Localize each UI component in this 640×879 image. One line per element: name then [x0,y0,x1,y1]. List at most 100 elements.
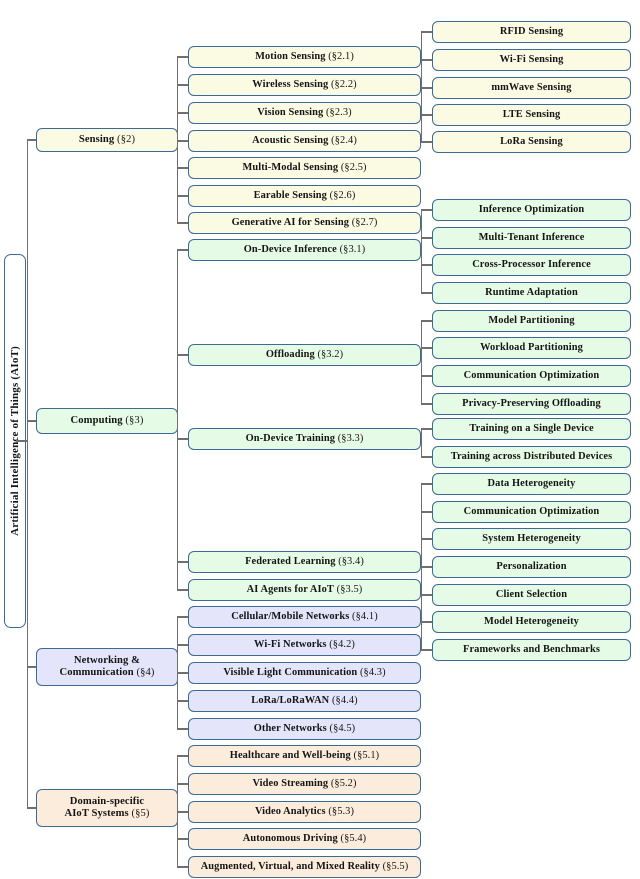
child-node-sensing-2[interactable]: Vision Sensing (§2.3) [188,102,421,124]
child-node-domain-3[interactable]: Autonomous Driving (§5.4) [188,828,421,850]
grandchild-node-1-1-0[interactable]: Model Partitioning [432,310,631,332]
child-domain-1-row: Video Streaming (§5.2) [252,778,356,790]
grandchild-connector-0-1-4 [421,141,432,143]
grandchild-connector-1-3-3 [421,566,432,568]
child-networking-1-row: Wi-Fi Networks (§4.2) [254,639,355,651]
child-sensing-6-row: Generative AI for Sensing (§2.7) [232,217,378,229]
child-node-networking-4[interactable]: Other Networks (§4.5) [188,718,421,740]
child-node-domain-0[interactable]: Healthcare and Well-being (§5.1) [188,745,421,767]
child-networking-4-title: Other Networks [253,722,327,734]
grandchild-1-3-1-title: Communication Optimization [463,505,600,517]
child-connector-sensing-1 [177,84,188,86]
grandchild-node-1-3-6[interactable]: Frameworks and Benchmarks [432,639,631,661]
child-node-sensing-3[interactable]: Acoustic Sensing (§2.4) [188,130,421,152]
grandchild-connector-0-1-3 [421,114,432,116]
child-computing-4-section: (§3.5) [333,583,363,595]
child-sensing-6-section: (§2.7) [349,216,378,228]
grandchild-node-1-0-3[interactable]: Runtime Adaptation [432,282,631,304]
child-domain-4-row: Augmented, Virtual, and Mixed Reality (§… [201,861,409,873]
child-node-domain-2[interactable]: Video Analytics (§5.3) [188,801,421,823]
grandchild-node-0-1-1[interactable]: Wi-Fi Sensing [432,49,631,71]
child-node-computing-4[interactable]: AI Agents for AIoT (§3.5) [188,579,421,601]
child-node-sensing-5[interactable]: Earable Sensing (§2.6) [188,185,421,207]
grandchild-connector-1-1-2 [421,375,432,377]
child-sensing-3-row: Acoustic Sensing (§2.4) [252,135,357,147]
grandchild-connector-1-3-4 [421,594,432,596]
branch-node-sensing[interactable]: Sensing (§2) [36,128,178,152]
branch-networking-row: Communication (§4) [59,667,154,680]
branch-domain-title: Domain-specific [69,795,145,807]
grandchild-node-0-1-3[interactable]: LTE Sensing [432,104,631,126]
grandchild-node-0-1-2[interactable]: mmWave Sensing [432,77,631,99]
child-domain-0-row: Healthcare and Well-being (§5.1) [230,750,379,762]
grandchild-0-1-1-title: Wi-Fi Sensing [499,53,564,65]
grandchild-node-1-0-2[interactable]: Cross-Processor Inference [432,254,631,276]
child-node-domain-1[interactable]: Video Streaming (§5.2) [188,773,421,795]
grandchild-1-3-4-row: Client Selection [496,589,567,601]
grandchild-node-1-0-0[interactable]: Inference Optimization [432,199,631,221]
child-domain-3-title: Autonomous Driving [242,832,338,844]
child-node-computing-2[interactable]: On-Device Training (§3.3) [188,428,421,450]
grandchild-node-1-3-1[interactable]: Communication Optimization [432,501,631,523]
child-computing-3-section: (§3.4) [335,555,364,567]
child-computing-2-section: (§3.3) [335,432,364,444]
child-node-networking-2[interactable]: Visible Light Communication (§4.3) [188,662,421,684]
child-connector-domain-0 [177,755,188,757]
child-node-computing-1[interactable]: Offloading (§3.2) [188,344,421,366]
branch-node-domain[interactable]: Domain-specific AIoT Systems (§5) [36,789,178,827]
grandchild-1-2-0-title: Training on a Single Device [469,422,594,434]
grandchild-node-1-1-1[interactable]: Workload Partitioning [432,337,631,359]
child-node-computing-3[interactable]: Federated Learning (§3.4) [188,551,421,573]
grandchild-node-1-3-0[interactable]: Data Heterogeneity [432,473,631,495]
child-node-domain-4[interactable]: Augmented, Virtual, and Mixed Reality (§… [188,856,421,878]
child-computing-1-row: Offloading (§3.2) [266,349,343,361]
child-node-sensing-6[interactable]: Generative AI for Sensing (§2.7) [188,212,421,234]
child-node-computing-0[interactable]: On-Device Inference (§3.1) [188,239,421,261]
grand-bus-1-1 [421,321,423,404]
child-sensing-2-row: Vision Sensing (§2.3) [257,107,351,119]
child-node-sensing-1[interactable]: Wireless Sensing (§2.2) [188,74,421,96]
grandchild-node-1-1-2[interactable]: Communication Optimization [432,365,631,387]
grandchild-1-3-3-title: Personalization [496,560,567,572]
grandchild-0-1-1-row: Wi-Fi Sensing [500,54,564,66]
branch-node-networking[interactable]: Networking & Communication (§4) [36,648,178,686]
child-node-networking-0[interactable]: Cellular/Mobile Networks (§4.1) [188,606,421,628]
grandchild-0-1-0-row: RFID Sensing [500,26,563,38]
grandchild-1-3-6-title: Frameworks and Benchmarks [463,643,600,655]
grandchild-node-0-1-0[interactable]: RFID Sensing [432,21,631,43]
child-connector-sensing-4 [177,167,188,169]
grandchild-1-3-4-title: Client Selection [495,588,568,600]
child-node-sensing-0[interactable]: Motion Sensing (§2.1) [188,46,421,68]
grandchild-node-1-0-1[interactable]: Multi-Tenant Inference [432,227,631,249]
child-computing-3-title: Federated Learning [245,555,336,567]
grandchild-node-1-2-1[interactable]: Training across Distributed Devices [432,446,631,468]
branch-node-computing[interactable]: Computing (§3) [36,408,178,434]
grandchild-node-1-3-5[interactable]: Model Heterogeneity [432,611,631,633]
grandchild-1-3-5-row: Model Heterogeneity [484,616,579,628]
child-node-networking-3[interactable]: LoRa/LoRaWAN (§4.4) [188,690,421,712]
grandchild-node-1-3-3[interactable]: Personalization [432,556,631,578]
grandchild-node-1-3-4[interactable]: Client Selection [432,584,631,606]
child-domain-0-section: (§5.1) [350,749,380,761]
child-sensing-6-title: Generative AI for Sensing [231,216,350,228]
grandchild-node-0-1-4[interactable]: LoRa Sensing [432,131,631,153]
grandchild-1-2-0-row: Training on a Single Device [469,423,593,435]
grandchild-0-1-4-row: LoRa Sensing [500,136,563,148]
branch-networking-row: Networking & [74,655,140,668]
child-domain-4-section: (§5.5) [379,860,409,872]
grandchild-connector-1-1-1 [421,347,432,349]
child-sensing-4-title: Multi-Modal Sensing [242,161,339,173]
child-connector-networking-2 [177,672,188,674]
child-connector-computing-4 [177,589,188,591]
branch-sensing-row: Sensing (§2) [79,134,135,147]
child-domain-3-section: (§5.4) [337,832,367,844]
grandchild-node-1-1-3[interactable]: Privacy-Preserving Offloading [432,393,631,415]
grandchild-node-1-3-2[interactable]: System Heterogeneity [432,528,631,550]
child-node-sensing-4[interactable]: Multi-Modal Sensing (§2.5) [188,157,421,179]
child-node-networking-1[interactable]: Wi-Fi Networks (§4.2) [188,634,421,656]
grandchild-node-1-2-0[interactable]: Training on a Single Device [432,418,631,440]
branch-domain-title: AIoT Systems [64,808,129,819]
grandchild-0-1-0-title: RFID Sensing [499,25,564,37]
child-sensing-3-title: Acoustic Sensing [252,134,329,146]
grandchild-0-1-3-title: LTE Sensing [502,108,561,120]
